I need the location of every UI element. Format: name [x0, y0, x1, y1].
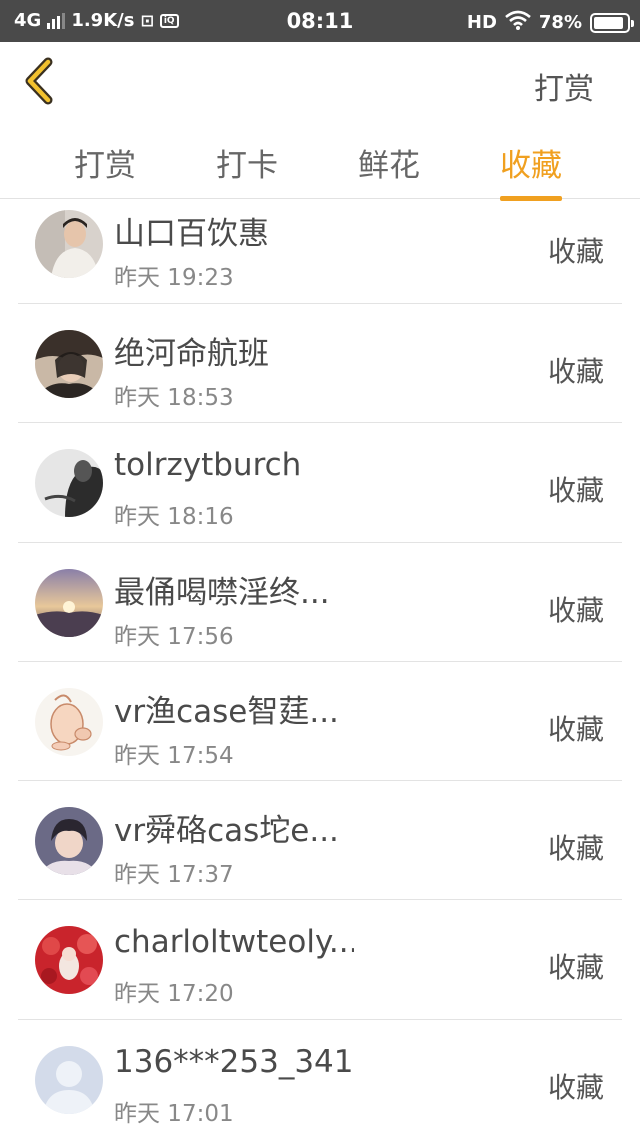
timestamp: 昨天 19:23	[114, 265, 234, 291]
favorite-label: 收藏	[547, 474, 604, 508]
timestamp: 昨天 17:37	[114, 862, 234, 889]
list-item[interactable]: 最俑喝噤淫终... 昨天 17:56 收藏	[18, 543, 622, 662]
user-name: 136***253_3415	[114, 1043, 354, 1080]
timestamp: 昨天 18:16	[114, 504, 234, 531]
avatar	[35, 807, 103, 876]
favorite-label: 收藏	[547, 235, 604, 268]
status-right: HD 78%	[466, 10, 634, 35]
tab-bar: 打赏 打卡 鲜花 收藏	[0, 124, 640, 201]
avatar	[35, 1045, 103, 1114]
timestamp: 昨天 17:01	[114, 1100, 234, 1127]
chevron-left-icon	[25, 57, 53, 105]
battery-icon	[590, 12, 634, 33]
status-bar: 4G 1.9K/s ⊡ iQ 08:11 HD 78%	[0, 0, 640, 42]
avatar	[35, 926, 103, 995]
favorite-label: 收藏	[547, 951, 604, 985]
user-name: vr渔case智莛...	[114, 693, 339, 730]
tab-reward[interactable]: 打赏	[74, 140, 136, 185]
user-name: 山口百饮惠	[114, 216, 269, 252]
timestamp: 昨天 17:20	[114, 981, 234, 1008]
timestamp: 昨天 18:53	[114, 385, 234, 411]
favorite-label: 收藏	[547, 355, 604, 388]
user-name: 绝河命航班	[114, 336, 269, 372]
favorites-list: 山口百饮惠 昨天 19:23 收藏 绝河命航班 昨天 18:53 收藏 tolr…	[18, 200, 622, 1138]
avatar	[35, 330, 103, 398]
avatar	[35, 568, 103, 637]
favorite-label: 收藏	[547, 712, 604, 746]
back-button[interactable]	[20, 56, 70, 106]
reward-button[interactable]: 打赏	[534, 64, 594, 108]
battery-percent: 78%	[538, 12, 582, 33]
favorite-label: 收藏	[547, 1070, 604, 1104]
user-name: vr舜硌cas坨e...	[114, 813, 339, 850]
user-name: tolrzytburch	[114, 447, 302, 484]
list-item[interactable]: 136***253_3415 昨天 17:01 收藏	[18, 1020, 622, 1138]
list-item[interactable]: vr渔case智莛... 昨天 17:54 收藏	[18, 662, 622, 782]
list-item[interactable]: vr舜硌cas坨e... 昨天 17:37 收藏	[18, 781, 622, 901]
tab-flowers[interactable]: 鲜花	[358, 140, 420, 185]
tab-favorites[interactable]: 收藏	[500, 140, 562, 201]
list-item[interactable]: 绝河命航班 昨天 18:53 收藏	[18, 304, 622, 424]
user-name: 最俑喝噤淫终...	[114, 574, 330, 611]
timestamp: 昨天 17:54	[114, 742, 234, 769]
avatar	[35, 687, 103, 756]
list-item[interactable]: tolrzytburch 昨天 18:16 收藏	[18, 423, 622, 543]
avatar	[35, 210, 103, 278]
list-item[interactable]: 山口百饮惠 昨天 19:23 收藏	[18, 200, 622, 304]
hd-indicator: HD	[466, 12, 497, 33]
favorite-label: 收藏	[547, 832, 604, 866]
list-item[interactable]: charloltwteoly... 昨天 17:20 收藏	[18, 900, 622, 1020]
top-nav-bar: 打赏	[0, 42, 640, 124]
wifi-icon	[505, 10, 531, 35]
tab-checkin[interactable]: 打卡	[216, 140, 278, 185]
tab-favorites-label: 收藏	[500, 148, 562, 184]
favorite-label: 收藏	[547, 593, 604, 627]
timestamp: 昨天 17:56	[114, 623, 234, 650]
user-name: charloltwteoly...	[114, 924, 354, 961]
avatar	[35, 449, 103, 518]
